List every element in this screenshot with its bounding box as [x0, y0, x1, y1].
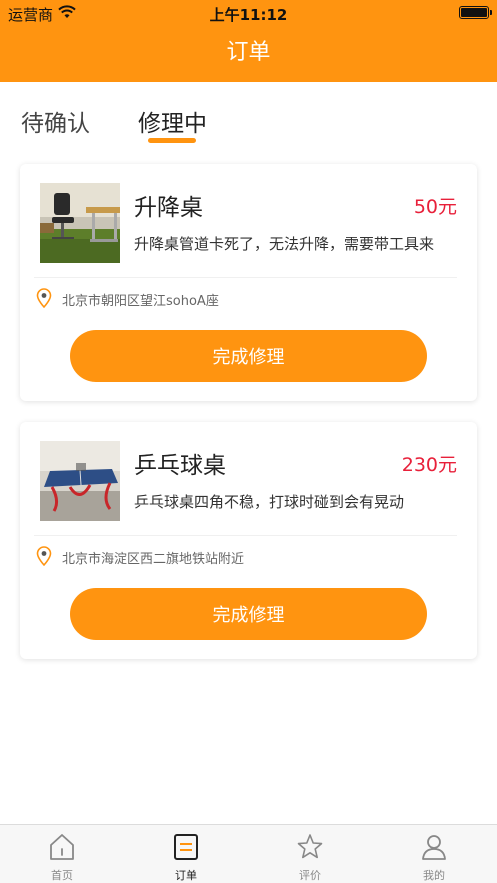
tabbar-item-reviews[interactable]: 评价	[248, 825, 372, 883]
battery-icon	[459, 6, 492, 19]
bottom-tab-bar: 首页 订单 评价 我的	[0, 824, 497, 883]
order-card: 升降桌 50元 升降桌管道卡死了，无法升降，需要带工具来 北京市朝阳区望江soh…	[20, 164, 477, 401]
status-bar: 运营商 上午11:12	[0, 0, 497, 26]
complete-repair-button[interactable]: 完成修理	[70, 588, 427, 640]
location-pin-icon	[36, 546, 52, 566]
user-icon	[422, 835, 446, 860]
tabbar-label: 评价	[299, 869, 321, 882]
item-description: 升降桌管道卡死了，无法升降，需要带工具来	[134, 235, 435, 253]
office-desk-photo	[40, 183, 120, 263]
home-icon	[50, 834, 74, 860]
address-text: 北京市海淀区西二旗地铁站附近	[62, 552, 245, 567]
ping-pong-table-photo	[40, 441, 120, 521]
tabbar-label: 订单	[175, 869, 197, 882]
item-description: 乒乓球桌四角不稳，打球时碰到会有晃动	[134, 493, 405, 511]
active-tab-indicator	[148, 138, 196, 143]
divider	[34, 535, 457, 536]
tab-pending[interactable]: 待确认	[21, 104, 90, 138]
star-icon	[297, 834, 323, 859]
complete-repair-button[interactable]: 完成修理	[70, 330, 427, 382]
address-text: 北京市朝阳区望江sohoA座	[62, 294, 219, 309]
item-title: 乒乓球桌	[134, 453, 226, 479]
item-title: 升降桌	[134, 195, 203, 221]
tab-repairing[interactable]: 修理中	[138, 104, 207, 138]
page-title: 订单	[226, 40, 271, 65]
order-icon	[174, 834, 198, 860]
divider	[34, 277, 457, 278]
top-header: 运营商 上午11:12 订单	[0, 0, 497, 82]
item-price: 50元	[413, 196, 457, 218]
tabbar-label: 首页	[51, 869, 73, 882]
tabbar-item-orders[interactable]: 订单	[124, 825, 248, 883]
order-status-tabs: 待确认 修理中	[0, 104, 497, 144]
order-card: 乒乓球桌 230元 乒乓球桌四角不稳，打球时碰到会有晃动 北京市海淀区西二旗地铁…	[20, 422, 477, 659]
clock: 上午11:12	[209, 6, 288, 24]
tabbar-item-profile[interactable]: 我的	[372, 825, 496, 883]
item-price: 230元	[401, 454, 457, 476]
tabbar-label: 我的	[423, 869, 445, 882]
location-pin-icon	[36, 288, 52, 308]
tabbar-item-home[interactable]: 首页	[0, 825, 124, 883]
